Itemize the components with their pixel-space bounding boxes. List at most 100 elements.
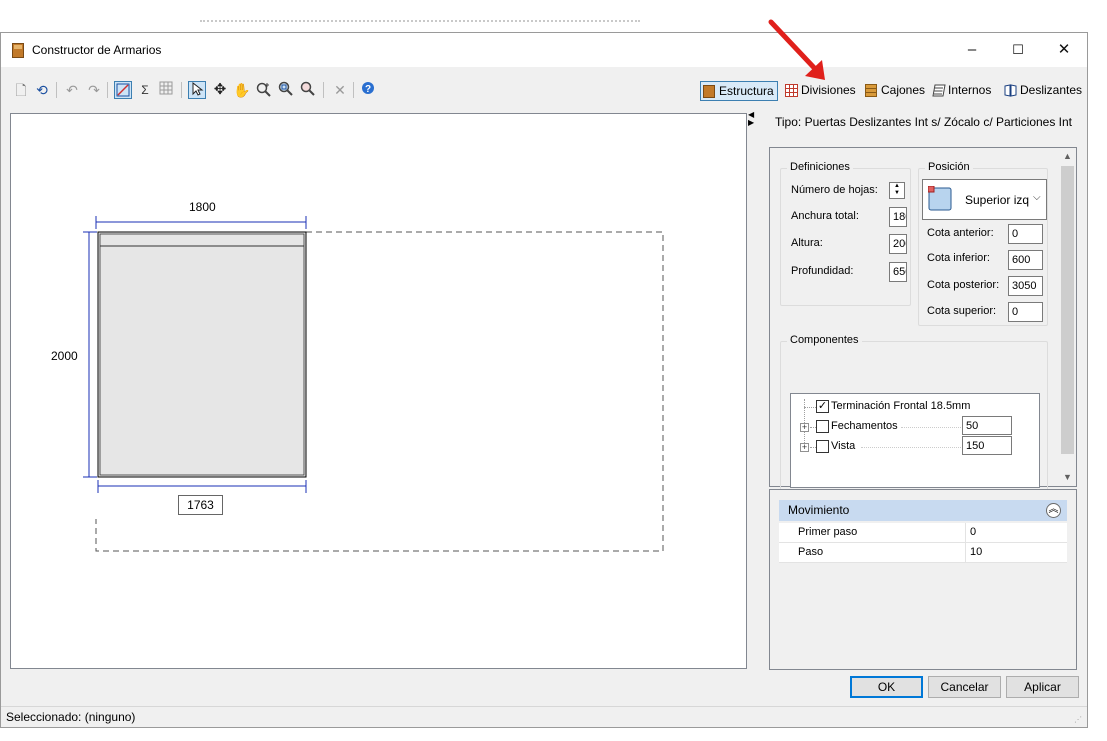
profundidad-field[interactable]: 650 <box>889 262 907 282</box>
cabinet-builder-window: Constructor de Armarios – ☐ ✕ 🗋 ⟲ ↶ ↷ Σ … <box>0 32 1088 728</box>
main-toolbar: 🗋 ⟲ ↶ ↷ Σ ✥ ✋ ✕ ? Estructura Divisiones … <box>1 77 1087 103</box>
fechamentos-label: Fechamentos <box>831 420 898 432</box>
componentes-tree: ✓ Terminación Frontal 18.5mm + Fechament… <box>790 393 1040 488</box>
svg-text:?: ? <box>365 84 371 95</box>
pan-hand-icon[interactable]: ✋ <box>233 81 251 99</box>
scroll-down-icon[interactable]: ▼ <box>1059 469 1076 486</box>
status-text: Seleccionado: (ninguno) <box>6 710 136 724</box>
altura-label: Altura: <box>791 237 823 249</box>
cota-anterior-field[interactable]: 0 <box>1008 224 1043 244</box>
vista-label: Vista <box>831 440 856 452</box>
posicion-group: Posición Superior izquierda ⌵ Cota anter… <box>918 161 1048 326</box>
draw-mode-icon[interactable] <box>114 81 132 99</box>
terminacion-checkbox[interactable]: ✓ <box>816 400 829 413</box>
resize-grip-icon[interactable]: ⋰ <box>1074 715 1084 725</box>
drawing-canvas[interactable]: 1800 2000 1763 <box>10 113 747 669</box>
numero-hojas-label: Número de hojas: <box>791 184 878 196</box>
title-bar: Constructor de Armarios – ☐ ✕ <box>1 33 1087 67</box>
status-bar: Seleccionado: (ninguno) ⋰ <box>1 706 1087 727</box>
terminacion-label: Terminación Frontal 18.5mm <box>831 400 971 412</box>
wardrobe-icon <box>703 85 715 98</box>
zoom-window-icon[interactable] <box>277 81 295 99</box>
splitter-arrows-icon[interactable]: ◀ ▶ <box>748 111 754 127</box>
fechamentos-expand-icon[interactable]: + <box>800 423 809 432</box>
collapse-icon[interactable]: ︽ <box>1046 503 1061 518</box>
primer-paso-label: Primer paso <box>798 526 858 538</box>
paso-value[interactable]: 10 <box>970 543 982 562</box>
toolbar-separator <box>181 82 182 98</box>
chevron-down-icon: ⌵ <box>1033 192 1041 203</box>
scrollbar-thumb[interactable] <box>1061 166 1074 454</box>
vista-expand-icon[interactable]: + <box>800 443 809 452</box>
drawers-icon <box>865 84 877 97</box>
cota-inferior-field[interactable]: 600 <box>1008 250 1043 270</box>
grid-icon[interactable] <box>157 81 175 99</box>
scroll-up-icon[interactable]: ▲ <box>1059 148 1076 165</box>
toolbar-separator <box>107 82 108 98</box>
paso-label: Paso <box>798 546 824 558</box>
cota-posterior-label: Cota posterior: <box>927 279 1000 291</box>
movimiento-header[interactable]: Movimiento ︽ <box>779 500 1067 521</box>
redo-icon[interactable]: ↷ <box>85 81 103 99</box>
vista-value[interactable]: 150 <box>962 436 1012 455</box>
cota-inferior-label: Cota inferior: <box>927 252 990 264</box>
toolbar-separator <box>353 82 354 98</box>
cota-posterior-field[interactable]: 3050 <box>1008 276 1043 296</box>
background-text-fragment <box>200 20 640 28</box>
cota-superior-label: Cota superior: <box>927 305 997 317</box>
cota-superior-field[interactable]: 0 <box>1008 302 1043 322</box>
tree-connector <box>901 427 961 428</box>
cancel-button[interactable]: Cancelar <box>928 676 1001 698</box>
property-row-primer-paso[interactable]: Primer paso 0 <box>779 523 1067 543</box>
componentes-title: Componentes <box>787 334 862 346</box>
altura-field[interactable]: 2000 <box>889 234 907 254</box>
definiciones-title: Definiciones <box>787 161 853 173</box>
help-icon[interactable]: ? <box>359 81 377 99</box>
new-document-icon[interactable]: 🗋 <box>12 81 30 99</box>
ok-button[interactable]: OK <box>850 676 923 698</box>
window-title: Constructor de Armarios <box>32 43 162 57</box>
annotation-arrow-icon <box>768 19 825 80</box>
pointer-icon[interactable] <box>188 81 206 99</box>
column-divider <box>965 543 966 562</box>
tab-cajones[interactable]: Cajones <box>863 81 925 101</box>
property-row-paso[interactable]: Paso 10 <box>779 543 1067 563</box>
undo-icon[interactable]: ↶ <box>63 81 81 99</box>
zoom-in-icon[interactable] <box>255 81 273 99</box>
delete-icon[interactable]: ✕ <box>331 81 349 99</box>
movimiento-title: Movimiento <box>788 503 850 517</box>
zoom-extents-icon[interactable] <box>299 81 317 99</box>
tab-deslizantes[interactable]: Deslizantes <box>1002 81 1082 101</box>
profundidad-label: Profundidad: <box>791 265 854 277</box>
anchura-field[interactable]: 1800 <box>889 207 907 227</box>
refresh-icon[interactable]: ⟲ <box>33 81 51 99</box>
posicion-selected: Superior izquierda <box>965 193 1029 207</box>
sum-icon[interactable]: Σ <box>136 81 154 99</box>
column-divider <box>965 523 966 542</box>
maximize-button[interactable]: ☐ <box>995 33 1041 67</box>
dimension-label-height: 2000 <box>51 349 78 363</box>
apply-button[interactable]: Aplicar <box>1006 676 1079 698</box>
fechamentos-value[interactable]: 50 <box>962 416 1012 435</box>
dimension-label-width: 1800 <box>189 200 216 214</box>
anchura-label: Anchura total: <box>791 210 859 222</box>
tab-cajones-label: Cajones <box>881 83 926 97</box>
internals-icon <box>932 84 946 97</box>
toolbar-separator <box>56 82 57 98</box>
primer-paso-value[interactable]: 0 <box>970 523 976 542</box>
fechamentos-checkbox[interactable] <box>816 420 829 433</box>
properties-panel: Definiciones Número de hojas: ▲ ▼ Anchura… <box>769 147 1077 491</box>
tab-internos[interactable]: Internos <box>930 81 991 101</box>
move-icon[interactable]: ✥ <box>211 81 229 99</box>
minimize-button[interactable]: – <box>949 33 995 67</box>
dimension-input-bottom[interactable]: 1763 <box>178 495 223 515</box>
tab-internos-label: Internos <box>948 83 992 97</box>
posicion-title: Posición <box>925 161 973 173</box>
close-button[interactable]: ✕ <box>1041 33 1087 67</box>
vista-checkbox[interactable] <box>816 440 829 453</box>
posicion-dropdown[interactable]: Superior izquierda ⌵ <box>922 179 1047 220</box>
numero-hojas-spinner[interactable]: ▲ ▼ <box>889 182 905 199</box>
properties-scrollbar[interactable]: ▲ ▼ <box>1059 148 1076 486</box>
toolbar-separator <box>323 82 324 98</box>
wardrobe-drawing <box>83 216 664 552</box>
